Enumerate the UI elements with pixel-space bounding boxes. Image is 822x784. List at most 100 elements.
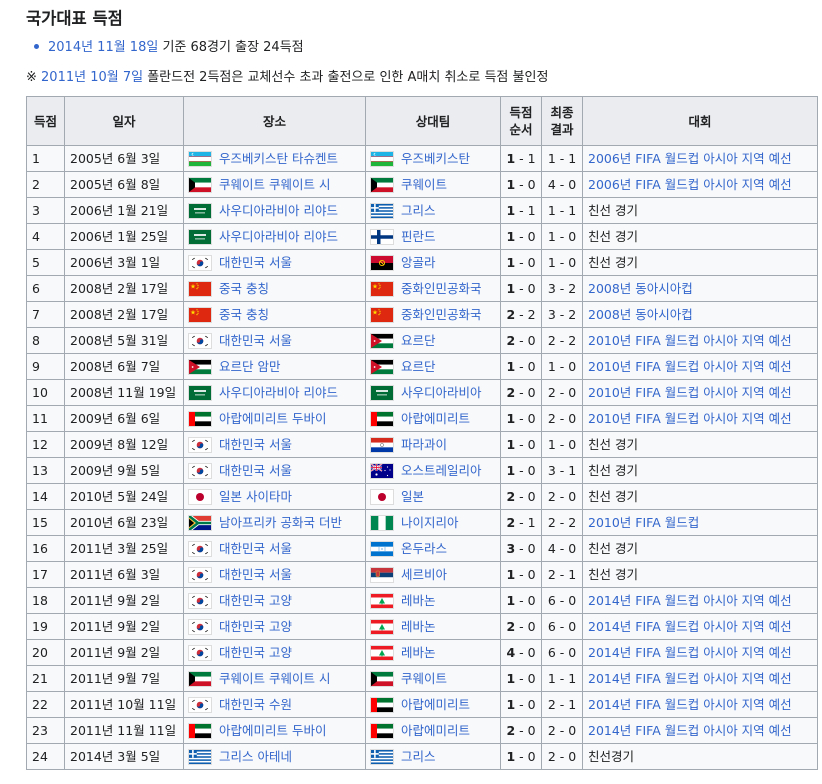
venue-cell: 대한민국 고양 bbox=[183, 587, 366, 614]
competition-link[interactable]: 2006년 FIFA 월드컵 아시아 지역 예선 bbox=[588, 151, 792, 166]
competition-link[interactable]: 2010년 FIFA 월드컵 아시아 지역 예선 bbox=[588, 333, 792, 348]
opponent-link[interactable]: 아랍에미리트 bbox=[401, 411, 470, 426]
venue-link[interactable]: 쿠웨이트 쿠웨이트 시 bbox=[219, 177, 330, 192]
opponent-link[interactable]: 앙골라 bbox=[401, 255, 436, 270]
venue-link[interactable]: 대한민국 수원 bbox=[219, 697, 292, 712]
competition-link[interactable]: 2010년 FIFA 월드컵 아시아 지역 예선 bbox=[588, 385, 792, 400]
venue-link[interactable]: 대한민국 서울 bbox=[219, 541, 292, 556]
col-header-date[interactable]: 일자 bbox=[64, 96, 184, 146]
competition-link[interactable]: 2014년 FIFA 월드컵 아시아 지역 예선 bbox=[588, 697, 792, 712]
result-cell: 3 - 1 bbox=[541, 457, 583, 484]
score-cell: 2 - 0 bbox=[500, 379, 542, 406]
summary-date-link[interactable]: 2014년 11월 18일 bbox=[48, 40, 158, 55]
opponent-link[interactable]: 레바논 bbox=[401, 645, 436, 660]
venue-link[interactable]: 우즈베키스탄 타슈켄트 bbox=[219, 151, 338, 166]
venue-link[interactable]: 대한민국 서울 bbox=[219, 437, 292, 452]
competition-link[interactable]: 2010년 FIFA 월드컵 아시아 지역 예선 bbox=[588, 411, 792, 426]
opponent-link[interactable]: 우즈베키스탄 bbox=[401, 151, 470, 166]
col-header-result[interactable]: 최종 결과 bbox=[541, 96, 583, 146]
score-home: 1 bbox=[506, 411, 516, 426]
competition-link[interactable]: 2006년 FIFA 월드컵 아시아 지역 예선 bbox=[588, 177, 792, 192]
opponent-link[interactable]: 그리스 bbox=[401, 203, 436, 218]
col-header-goal[interactable]: 득점 bbox=[26, 96, 65, 146]
venue-link[interactable]: 남아프리카 공화국 더반 bbox=[219, 515, 342, 530]
opponent-link[interactable]: 세르비아 bbox=[401, 567, 447, 582]
venue-link[interactable]: 대한민국 서울 bbox=[219, 567, 292, 582]
date-cell: 2008년 2월 17일 bbox=[64, 275, 184, 302]
competition-link[interactable]: 2014년 FIFA 월드컵 아시아 지역 예선 bbox=[588, 645, 792, 660]
date-cell: 2009년 8월 12일 bbox=[64, 431, 184, 458]
greece-flag bbox=[371, 203, 393, 218]
venue-link[interactable]: 아랍에미리트 두바이 bbox=[219, 723, 326, 738]
venue-link[interactable]: 요르단 암만 bbox=[219, 359, 280, 374]
opponent-cell: 아랍에미리트 bbox=[365, 405, 501, 432]
competition-link[interactable]: 2014년 FIFA 월드컵 아시아 지역 예선 bbox=[588, 671, 792, 686]
competition-link[interactable]: 2014년 FIFA 월드컵 아시아 지역 예선 bbox=[588, 723, 792, 738]
opponent-link[interactable]: 요르단 bbox=[401, 333, 436, 348]
opponent-link[interactable]: 파라과이 bbox=[401, 437, 447, 452]
date-cell: 2009년 6월 6일 bbox=[64, 405, 184, 432]
opponent-link[interactable]: 중화인민공화국 bbox=[401, 307, 482, 322]
opponent-link[interactable]: 온두라스 bbox=[401, 541, 447, 556]
competition-link[interactable]: 2010년 FIFA 월드컵 아시아 지역 예선 bbox=[588, 359, 792, 374]
venue-link[interactable]: 중국 충칭 bbox=[219, 281, 269, 296]
opponent-link[interactable]: 쿠웨이트 bbox=[401, 177, 447, 192]
venue-link[interactable]: 쿠웨이트 쿠웨이트 시 bbox=[219, 671, 330, 686]
col-header-score[interactable]: 득점 순서 bbox=[500, 96, 542, 146]
venue-link[interactable]: 아랍에미리트 두바이 bbox=[219, 411, 326, 426]
venue-link[interactable]: 그리스 아테네 bbox=[219, 749, 292, 764]
venue-link[interactable]: 중국 충칭 bbox=[219, 307, 269, 322]
venue-link[interactable]: 대한민국 고양 bbox=[219, 593, 292, 608]
col-header-venue[interactable]: 장소 bbox=[183, 96, 366, 146]
opponent-cell: 나이지리아 bbox=[365, 509, 501, 536]
opponent-link[interactable]: 사우디아라비아 bbox=[401, 385, 482, 400]
goal-number-cell: 3 bbox=[26, 197, 65, 224]
score-home: 1 bbox=[506, 437, 516, 452]
venue-link[interactable]: 대한민국 고양 bbox=[219, 619, 292, 634]
opponent-link[interactable]: 쿠웨이트 bbox=[401, 671, 447, 686]
venue-cell: 대한민국 서울 bbox=[183, 561, 366, 588]
competition-link[interactable]: 2014년 FIFA 월드컵 아시아 지역 예선 bbox=[588, 619, 792, 634]
col-header-opponent[interactable]: 상대팀 bbox=[365, 96, 501, 146]
venue-link[interactable]: 대한민국 서울 bbox=[219, 333, 292, 348]
opponent-link[interactable]: 요르단 bbox=[401, 359, 436, 374]
venue-cell: 쿠웨이트 쿠웨이트 시 bbox=[183, 665, 366, 692]
venue-link[interactable]: 사우디아라비아 리야드 bbox=[219, 385, 338, 400]
opponent-cell: 쿠웨이트 bbox=[365, 171, 501, 198]
date-cell: 2006년 1월 21일 bbox=[64, 197, 184, 224]
opponent-link[interactable]: 오스트레일리아 bbox=[401, 463, 482, 478]
opponent-link[interactable]: 레바논 bbox=[401, 593, 436, 608]
competition-link[interactable]: 2008년 동아시아컵 bbox=[588, 307, 693, 322]
venue-link[interactable]: 사우디아라비아 리야드 bbox=[219, 229, 338, 244]
opponent-link[interactable]: 나이지리아 bbox=[401, 515, 459, 530]
opponent-link[interactable]: 그리스 bbox=[401, 749, 436, 764]
jordan-flag bbox=[371, 333, 393, 348]
result-cell: 1 - 0 bbox=[541, 249, 583, 276]
opponent-link[interactable]: 아랍에미리트 bbox=[401, 697, 470, 712]
competition-link[interactable]: 2010년 FIFA 월드컵 bbox=[588, 515, 699, 530]
opponent-link[interactable]: 아랍에미리트 bbox=[401, 723, 470, 738]
china-flag bbox=[371, 281, 393, 296]
opponent-cell: 오스트레일리아 bbox=[365, 457, 501, 484]
score-away: 0 bbox=[527, 411, 536, 426]
note-date-link[interactable]: 2011년 10월 7일 bbox=[41, 70, 143, 85]
competition-link[interactable]: 2008년 동아시아컵 bbox=[588, 281, 693, 296]
competition-link[interactable]: 2014년 FIFA 월드컵 아시아 지역 예선 bbox=[588, 593, 792, 608]
paraguay-flag bbox=[371, 437, 393, 452]
bullet-icon bbox=[34, 44, 39, 49]
col-header-competition[interactable]: 대회 bbox=[582, 96, 818, 146]
venue-cell: 대한민국 고양 bbox=[183, 639, 366, 666]
opponent-link[interactable]: 레바논 bbox=[401, 619, 436, 634]
venue-link[interactable]: 대한민국 서울 bbox=[219, 463, 292, 478]
score-away: 0 bbox=[527, 541, 536, 556]
venue-link[interactable]: 대한민국 서울 bbox=[219, 255, 292, 270]
opponent-link[interactable]: 핀란드 bbox=[401, 229, 436, 244]
venue-link[interactable]: 일본 사이타마 bbox=[219, 489, 292, 504]
venue-cell: 대한민국 서울 bbox=[183, 535, 366, 562]
venue-link[interactable]: 사우디아라비아 리야드 bbox=[219, 203, 338, 218]
competition-cell: 친선 경기 bbox=[582, 561, 818, 588]
opponent-link[interactable]: 중화인민공화국 bbox=[401, 281, 482, 296]
page: 국가대표 득점 2014년 11월 18일 기준 68경기 출장 24득점 ※ … bbox=[0, 0, 822, 784]
venue-link[interactable]: 대한민국 고양 bbox=[219, 645, 292, 660]
opponent-link[interactable]: 일본 bbox=[401, 489, 424, 504]
